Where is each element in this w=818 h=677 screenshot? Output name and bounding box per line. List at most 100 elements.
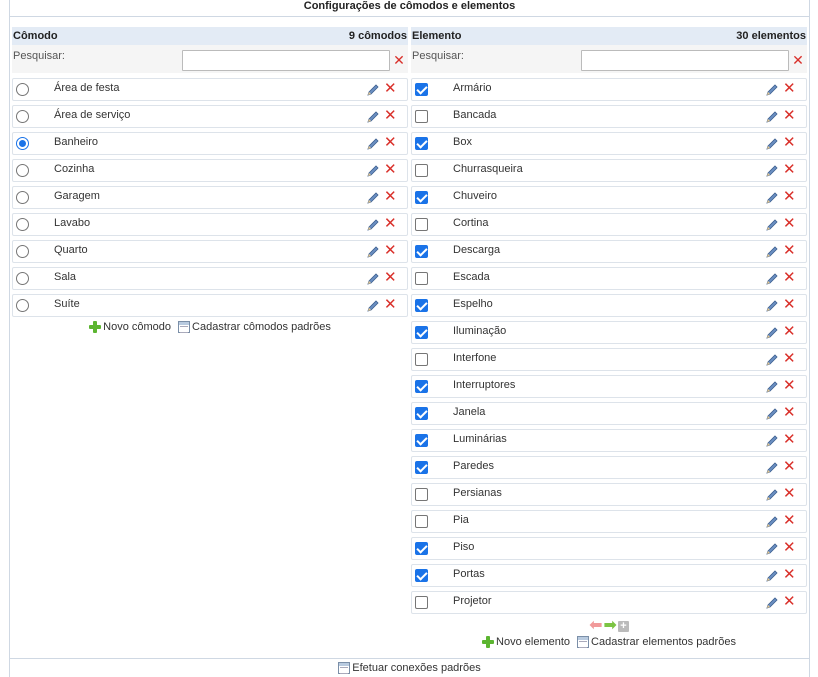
room-list-item[interactable]: Cozinha ✕ <box>12 159 408 182</box>
edit-pencil-icon[interactable] <box>765 407 779 421</box>
element-checkbox[interactable] <box>415 434 428 447</box>
delete-x-icon[interactable]: ✕ <box>783 108 796 123</box>
element-list-item[interactable]: Chuveiro ✕ <box>411 186 807 209</box>
delete-x-icon[interactable]: ✕ <box>783 270 796 285</box>
delete-x-icon[interactable]: ✕ <box>783 594 796 609</box>
rooms-search-clear-icon[interactable]: ✕ <box>393 53 405 67</box>
room-list-item[interactable]: Banheiro ✕ <box>12 132 408 155</box>
element-list-item[interactable]: Interfone ✕ <box>411 348 807 371</box>
delete-x-icon[interactable]: ✕ <box>783 243 796 258</box>
edit-pencil-icon[interactable] <box>765 569 779 583</box>
element-checkbox[interactable] <box>415 83 428 96</box>
delete-x-icon[interactable]: ✕ <box>783 162 796 177</box>
edit-pencil-icon[interactable] <box>366 299 380 313</box>
element-checkbox[interactable] <box>415 461 428 474</box>
room-list-item[interactable]: Quarto ✕ <box>12 240 408 263</box>
delete-x-icon[interactable]: ✕ <box>783 135 796 150</box>
element-checkbox[interactable] <box>415 218 428 231</box>
element-list-item[interactable]: Paredes ✕ <box>411 456 807 479</box>
edit-pencil-icon[interactable] <box>366 218 380 232</box>
edit-pencil-icon[interactable] <box>366 83 380 97</box>
room-radio[interactable] <box>16 272 29 285</box>
element-list-item[interactable]: Cortina ✕ <box>411 213 807 236</box>
room-list-item[interactable]: Área de festa ✕ <box>12 78 408 101</box>
element-list-item[interactable]: Espelho ✕ <box>411 294 807 317</box>
delete-x-icon[interactable]: ✕ <box>783 513 796 528</box>
connect-defaults-button[interactable]: Efetuar conexões padrões <box>338 662 481 674</box>
arrow-left-icon[interactable]: ⬅ <box>589 618 602 634</box>
element-list-item[interactable]: Box ✕ <box>411 132 807 155</box>
edit-pencil-icon[interactable] <box>765 137 779 151</box>
edit-pencil-icon[interactable] <box>765 461 779 475</box>
delete-x-icon[interactable]: ✕ <box>783 540 796 555</box>
add-square-icon[interactable]: + <box>617 620 629 632</box>
element-list-item[interactable]: Bancada ✕ <box>411 105 807 128</box>
element-list-item[interactable]: Portas ✕ <box>411 564 807 587</box>
delete-x-icon[interactable]: ✕ <box>783 216 796 231</box>
room-radio[interactable] <box>16 299 29 312</box>
room-list-item[interactable]: Lavabo ✕ <box>12 213 408 236</box>
element-list-item[interactable]: Armário ✕ <box>411 78 807 101</box>
edit-pencil-icon[interactable] <box>765 353 779 367</box>
element-list-item[interactable]: Projetor ✕ <box>411 591 807 614</box>
edit-pencil-icon[interactable] <box>366 137 380 151</box>
edit-pencil-icon[interactable] <box>765 299 779 313</box>
edit-pencil-icon[interactable] <box>765 434 779 448</box>
element-checkbox[interactable] <box>415 407 428 420</box>
delete-x-icon[interactable]: ✕ <box>384 216 397 231</box>
delete-x-icon[interactable]: ✕ <box>783 81 796 96</box>
edit-pencil-icon[interactable] <box>366 164 380 178</box>
edit-pencil-icon[interactable] <box>366 272 380 286</box>
element-checkbox[interactable] <box>415 596 428 609</box>
element-checkbox[interactable] <box>415 191 428 204</box>
delete-x-icon[interactable]: ✕ <box>783 567 796 582</box>
delete-x-icon[interactable]: ✕ <box>783 324 796 339</box>
delete-x-icon[interactable]: ✕ <box>783 378 796 393</box>
element-list-item[interactable]: Descarga ✕ <box>411 240 807 263</box>
element-checkbox[interactable] <box>415 488 428 501</box>
element-list-item[interactable]: Churrasqueira ✕ <box>411 159 807 182</box>
delete-x-icon[interactable]: ✕ <box>384 108 397 123</box>
edit-pencil-icon[interactable] <box>765 164 779 178</box>
room-list-item[interactable]: Garagem ✕ <box>12 186 408 209</box>
delete-x-icon[interactable]: ✕ <box>384 270 397 285</box>
delete-x-icon[interactable]: ✕ <box>384 162 397 177</box>
delete-x-icon[interactable]: ✕ <box>783 297 796 312</box>
element-list-item[interactable]: Janela ✕ <box>411 402 807 425</box>
element-checkbox[interactable] <box>415 299 428 312</box>
edit-pencil-icon[interactable] <box>765 515 779 529</box>
edit-pencil-icon[interactable] <box>366 110 380 124</box>
delete-x-icon[interactable]: ✕ <box>783 432 796 447</box>
room-radio[interactable] <box>16 137 29 150</box>
edit-pencil-icon[interactable] <box>765 191 779 205</box>
new-room-button[interactable]: Novo cômodo <box>89 321 171 333</box>
element-list-item[interactable]: Escada ✕ <box>411 267 807 290</box>
element-checkbox[interactable] <box>415 245 428 258</box>
arrow-right-icon[interactable]: ➡ <box>604 618 617 634</box>
room-radio[interactable] <box>16 164 29 177</box>
delete-x-icon[interactable]: ✕ <box>384 189 397 204</box>
delete-x-icon[interactable]: ✕ <box>783 405 796 420</box>
element-checkbox[interactable] <box>415 137 428 150</box>
element-list-item[interactable]: Piso ✕ <box>411 537 807 560</box>
element-list-item[interactable]: Iluminação ✕ <box>411 321 807 344</box>
room-radio[interactable] <box>16 191 29 204</box>
delete-x-icon[interactable]: ✕ <box>384 135 397 150</box>
delete-x-icon[interactable]: ✕ <box>783 459 796 474</box>
element-checkbox[interactable] <box>415 542 428 555</box>
edit-pencil-icon[interactable] <box>765 596 779 610</box>
register-default-rooms-button[interactable]: Cadastrar cômodos padrões <box>178 321 331 333</box>
element-list-item[interactable]: Interruptores ✕ <box>411 375 807 398</box>
element-checkbox[interactable] <box>415 272 428 285</box>
room-radio[interactable] <box>16 83 29 96</box>
edit-pencil-icon[interactable] <box>765 110 779 124</box>
edit-pencil-icon[interactable] <box>765 272 779 286</box>
edit-pencil-icon[interactable] <box>765 542 779 556</box>
delete-x-icon[interactable]: ✕ <box>783 486 796 501</box>
room-list-item[interactable]: Suíte ✕ <box>12 294 408 317</box>
element-list-item[interactable]: Luminárias ✕ <box>411 429 807 452</box>
delete-x-icon[interactable]: ✕ <box>384 243 397 258</box>
edit-pencil-icon[interactable] <box>765 326 779 340</box>
elements-search-clear-icon[interactable]: ✕ <box>792 53 804 67</box>
element-checkbox[interactable] <box>415 353 428 366</box>
